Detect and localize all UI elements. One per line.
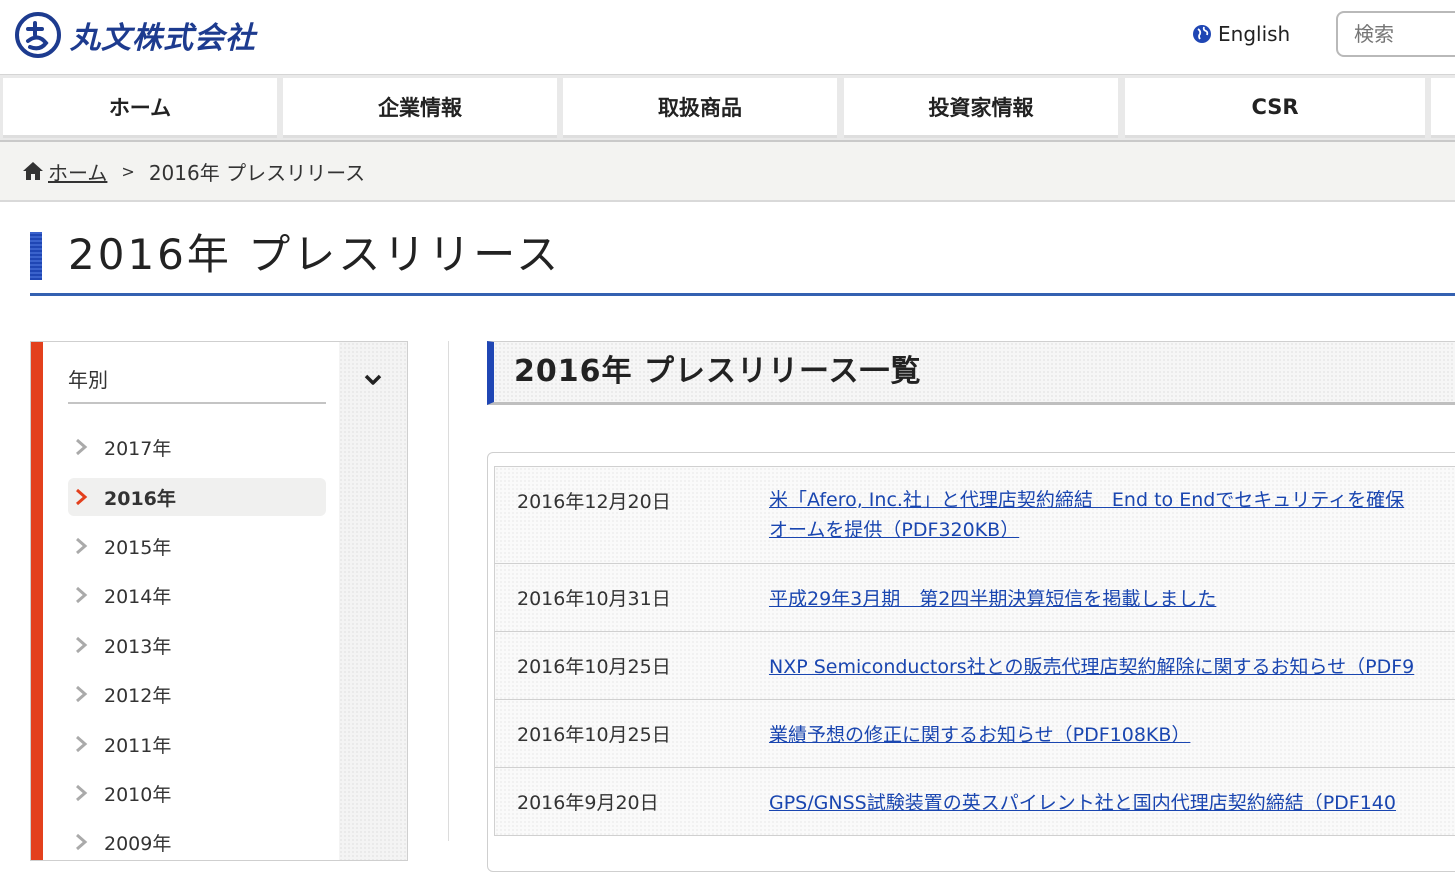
chevron-right-icon: [76, 784, 88, 802]
logo-mark-icon: [15, 12, 61, 58]
sidebar-item-label: 2011年: [104, 734, 172, 757]
sidebar-item-label: 2010年: [104, 783, 172, 806]
page-title-block: 2016年 プレスリリース: [30, 224, 1455, 296]
nav-item-company[interactable]: 企業情報: [283, 78, 557, 138]
sidebar-item-label: 2009年: [104, 832, 172, 855]
sidebar-item-2014[interactable]: 2014年: [68, 576, 326, 614]
section-heading-block: 2016年 プレスリリース一覧: [487, 341, 1455, 405]
title-accent-bar: [30, 232, 42, 280]
sidebar-item-2012[interactable]: 2012年: [68, 675, 326, 713]
table-row: 2016年9月20日 GPS/GNSS試験装置の英スパイレント社と国内代理店契約…: [494, 767, 1455, 836]
release-date: 2016年9月20日: [517, 792, 659, 814]
nav-item-investors[interactable]: 投資家情報: [844, 78, 1118, 138]
nav-item-more[interactable]: [1431, 78, 1455, 138]
sidebar-item-2009[interactable]: 2009年: [68, 823, 326, 861]
release-link[interactable]: GPS/GNSS試験装置の英スパイレント社と国内代理店契約締結（PDF140: [769, 788, 1455, 818]
company-logo[interactable]: 丸文株式会社: [14, 10, 256, 60]
chevron-right-icon: [76, 537, 88, 555]
sidebar-item-2011[interactable]: 2011年: [68, 725, 326, 763]
chevron-right-icon: [76, 488, 88, 506]
sidebar-item-label: 2016年: [104, 487, 176, 510]
table-row: 2016年10月25日 NXP Semiconductors社との販売代理店契約…: [494, 631, 1455, 700]
section-heading: 2016年 プレスリリース一覧: [514, 354, 922, 389]
sidebar-item-2010[interactable]: 2010年: [68, 774, 326, 812]
page-title: 2016年 プレスリリース: [68, 230, 562, 279]
release-date: 2016年12月20日: [517, 491, 671, 513]
search-input[interactable]: [1336, 11, 1455, 57]
sidebar-toggle-area: [339, 342, 407, 860]
chevron-right-icon: [76, 586, 88, 604]
table-row: 2016年10月31日 平成29年3月期 第2四半期決算短信を掲載しました: [494, 563, 1455, 632]
chevron-right-icon: [76, 636, 88, 654]
sidebar-item-2017[interactable]: 2017年: [68, 428, 326, 466]
sidebar-item-label: 2012年: [104, 684, 172, 707]
sidebar-accent-bar: [31, 342, 43, 860]
global-nav: ホーム 企業情報 取扱商品 投資家情報 CSR: [0, 74, 1455, 142]
nav-item-products[interactable]: 取扱商品: [563, 78, 837, 138]
globe-icon: [1193, 25, 1211, 43]
home-icon: [23, 162, 43, 180]
chevron-right-icon: [76, 685, 88, 703]
sidebar-item-label: 2013年: [104, 635, 172, 658]
release-link[interactable]: 業績予想の修正に関するお知らせ（PDF108KB）: [769, 720, 1455, 750]
breadcrumb: ホーム > 2016年 プレスリリース: [0, 142, 1455, 202]
sidebar-item-2015[interactable]: 2015年: [68, 527, 326, 565]
nav-item-csr[interactable]: CSR: [1125, 78, 1425, 138]
sidebar-item-label: 2015年: [104, 536, 172, 559]
sidebar-item-2016[interactable]: 2016年: [68, 478, 326, 516]
release-date: 2016年10月31日: [517, 588, 671, 610]
year-sidebar: 年別 2017年 2016年 2015年 2014年 2013年 2012年 2…: [30, 341, 408, 861]
sidebar-item-label: 2017年: [104, 437, 172, 460]
table-row: 2016年12月20日 米「Afero, Inc.社」と代理店契約締結 End …: [494, 466, 1455, 564]
language-label: English: [1218, 22, 1291, 46]
sidebar-item-2013[interactable]: 2013年: [68, 626, 326, 664]
chevron-right-icon: [76, 833, 88, 851]
breadcrumb-current: 2016年 プレスリリース: [148, 160, 366, 185]
breadcrumb-separator: >: [121, 161, 135, 181]
logo-text: 丸文株式会社: [70, 21, 256, 56]
site-header: 丸文株式会社 English: [0, 0, 1455, 74]
release-date: 2016年10月25日: [517, 656, 671, 678]
release-link[interactable]: NXP Semiconductors社との販売代理店契約解除に関するお知らせ（P…: [769, 652, 1455, 682]
sidebar-heading: 年別: [68, 360, 326, 404]
chevron-right-icon: [76, 438, 88, 456]
sidebar-item-label: 2014年: [104, 585, 172, 608]
release-date: 2016年10月25日: [517, 724, 671, 746]
table-row: 2016年10月25日 業績予想の修正に関するお知らせ（PDF108KB）: [494, 699, 1455, 768]
release-link[interactable]: 平成29年3月期 第2四半期決算短信を掲載しました: [769, 584, 1455, 614]
breadcrumb-home-link[interactable]: ホーム: [48, 157, 107, 186]
chevron-down-icon[interactable]: [361, 368, 385, 392]
language-switch-english[interactable]: English: [1192, 22, 1290, 46]
nav-item-home[interactable]: ホーム: [3, 78, 277, 138]
column-divider: [448, 341, 449, 841]
chevron-right-icon: [76, 735, 88, 753]
release-link[interactable]: 米「Afero, Inc.社」と代理店契約締結 End to Endでセキュリテ…: [769, 485, 1455, 545]
